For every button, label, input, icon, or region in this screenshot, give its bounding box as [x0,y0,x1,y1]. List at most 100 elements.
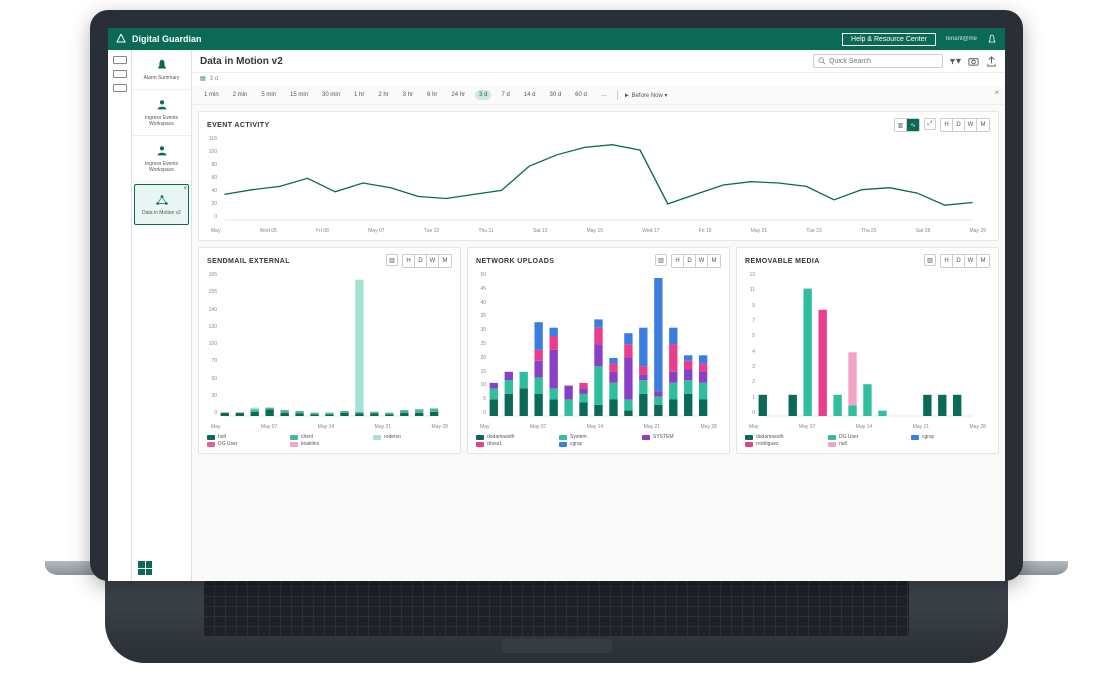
granularity-d-button[interactable]: D [684,255,696,267]
panel-title: SENDMAIL EXTERNAL [207,258,290,265]
rail-layout-icon-3[interactable] [113,84,127,92]
time-filter-14d[interactable]: 14 d [520,90,540,100]
before-now-label[interactable]: ► Before Now ▾ [624,92,668,99]
time-filter-1min[interactable]: 1 min [200,90,223,100]
apps-grid-icon[interactable] [138,561,152,575]
legend-item[interactable]: SYSTEM [642,434,721,440]
search-box[interactable] [813,54,943,68]
granularity-w-button[interactable]: W [965,255,977,267]
granularity-h-button[interactable]: H [941,255,953,267]
search-input[interactable] [829,58,938,65]
sidebar-item-label: Ingress Events Workspace [134,161,189,173]
legend-item[interactable]: cgray [911,434,990,440]
chart-settings-icon[interactable]: ▥ [655,254,667,266]
close-icon[interactable]: × [994,88,999,97]
line-chart-icon[interactable]: ∿ [907,119,919,131]
time-filter-2min[interactable]: 2 min [229,90,252,100]
time-filter-1hr[interactable]: 1 hr [350,90,368,100]
granularity-w-button[interactable]: W [427,255,439,267]
person-icon [154,98,170,112]
granularity-toggle[interactable]: HDWM [671,254,721,268]
export-icon[interactable] [985,55,997,67]
event-activity-chart[interactable]: 116100806040200 MayWed 05Fri 08May 07Tue… [207,136,990,234]
granularity-m-button[interactable]: M [708,255,720,267]
sidebar-item-alarm-summary[interactable]: Alarm Summary [132,50,191,90]
time-filter-7d[interactable]: 7 d [497,90,513,100]
granularity-m-button[interactable]: M [977,119,989,131]
x-axis-labels: MayMay 07May 14May 21May 28 [207,424,452,430]
granularity-toggle[interactable]: HDWM [940,254,990,268]
time-filter-24hr[interactable]: 24 hr [447,90,469,100]
bell-icon [154,58,170,72]
notification-icon[interactable] [987,34,997,44]
legend-item[interactable]: cgray [559,441,638,447]
person-icon [154,144,170,158]
close-icon[interactable]: × [183,186,187,192]
legend-item[interactable]: DG User [828,434,907,440]
time-filter-5min[interactable]: 5 min [257,90,280,100]
chart-type-toggle[interactable]: ▥ ∿ [894,118,920,132]
bar-chart-icon[interactable]: ▥ [895,119,907,131]
legend-item[interactable]: dodamasoth [745,434,824,440]
filter-icon[interactable]: ▾ [949,55,961,67]
granularity-d-button[interactable]: D [953,119,965,131]
user-label[interactable]: tenant@me [946,36,977,42]
time-filter-…[interactable]: … [597,90,611,100]
sidebar-item-ingress-2[interactable]: Ingress Events Workspace [132,136,191,182]
granularity-h-button[interactable]: H [672,255,684,267]
sendmail-chart[interactable]: 1651551401301007050300 MayMay 07May 14Ma… [207,272,452,430]
titlebar: Digital Guardian Help & Resource Center … [108,28,1005,50]
panel-title: NETWORK UPLOADS [476,258,554,265]
legend-item[interactable]: koaklins [290,441,369,447]
time-filter-2hr[interactable]: 2 hr [374,90,392,100]
chart-legend: holt chenl roderso DG User koaklins [207,434,452,447]
chart-settings-icon[interactable]: ▥ [386,254,398,266]
screen: Digital Guardian Help & Resource Center … [108,28,1005,581]
time-filter-15min[interactable]: 15 min [286,90,312,100]
legend-item[interactable]: null [828,441,907,447]
granularity-m-button[interactable]: M [977,255,989,267]
granularity-h-button[interactable]: H [941,119,953,131]
granularity-d-button[interactable]: D [415,255,427,267]
granularity-toggle[interactable]: HDWM [402,254,452,268]
chart-settings-icon[interactable]: ▥ [924,254,936,266]
removable-media-chart[interactable]: 131197543210 MayMay 07May 14May 21May 28 [745,272,990,430]
time-filter-3hr[interactable]: 3 hr [399,90,417,100]
network-icon [154,193,170,207]
legend-item[interactable]: rrodriguez [745,441,824,447]
search-icon [818,57,826,65]
time-filter-30d[interactable]: 30 d [545,90,565,100]
granularity-w-button[interactable]: W [696,255,708,267]
main: Data in Motion v2 ▾ [192,50,1005,581]
help-resource-button[interactable]: Help & Resource Center [842,33,936,46]
time-filter-3d[interactable]: 3 d [475,90,491,100]
granularity-toggle[interactable]: HDWM [940,118,990,132]
legend-item[interactable]: System [559,434,638,440]
x-axis-labels: MayMay 07May 14May 21May 28 [745,424,990,430]
time-filter-6hr[interactable]: 6 hr [423,90,441,100]
camera-icon[interactable] [967,55,979,67]
sidebar-item-label: Alarm Summary [144,75,180,81]
legend-item[interactable]: dross1 [476,441,555,447]
legend-item[interactable]: chenl [290,434,369,440]
granularity-d-button[interactable]: D [953,255,965,267]
time-filter-60d[interactable]: 60 d [571,90,591,100]
rail-layout-icon-1[interactable] [113,56,127,64]
legend-item[interactable]: dodamasoth [476,434,555,440]
keyboard [204,581,908,636]
time-filter-30min[interactable]: 30 min [318,90,344,100]
expand-icon[interactable]: ⤢ [924,118,936,130]
network-uploads-chart[interactable]: 50454035302520151050 MayMay 07May 14May … [476,272,721,430]
document-icon: ▤ [200,75,206,82]
sidebar-item-ingress-1[interactable]: Ingress Events Workspace [132,90,191,136]
legend-item[interactable]: DG User [207,441,286,447]
legend-item[interactable]: roderso [373,434,452,440]
granularity-w-button[interactable]: W [965,119,977,131]
granularity-m-button[interactable]: M [439,255,451,267]
legend-item[interactable]: holt [207,434,286,440]
granularity-h-button[interactable]: H [403,255,415,267]
rail-layout-icon-2[interactable] [113,70,127,78]
content-area: EVENT ACTIVITY ▥ ∿ ⤢ HDWM [192,105,1005,581]
sidebar-item-data-in-motion[interactable]: × Data in Motion v2 [134,184,189,225]
y-axis-labels: 50454035302520151050 [472,272,486,416]
